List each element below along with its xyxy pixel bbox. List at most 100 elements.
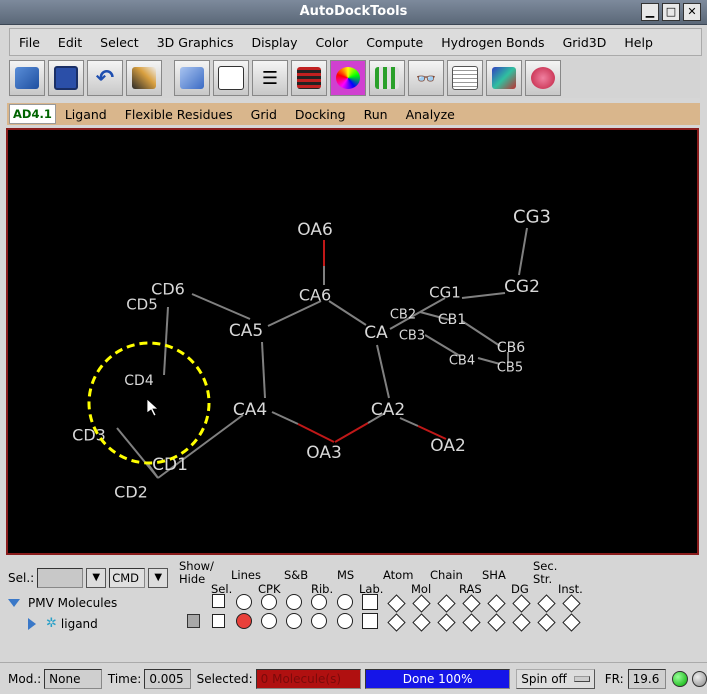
tree-child-ligand[interactable]: ligand: [61, 617, 98, 631]
maximize-button[interactable]: □: [662, 3, 680, 21]
stereo-button[interactable]: 👓: [408, 60, 444, 96]
sel-toggle-ligand[interactable]: [212, 614, 225, 628]
atom-label-cb5[interactable]: CB5: [497, 361, 523, 376]
sb-toggle-ligand[interactable]: [286, 613, 302, 629]
sel-dropdown-button[interactable]: ▼: [86, 568, 107, 588]
ad-menu-docking[interactable]: Docking: [286, 107, 355, 122]
menu-select[interactable]: Select: [91, 35, 148, 50]
spreadsheet-button[interactable]: [447, 60, 483, 96]
ad-menu-run[interactable]: Run: [355, 107, 397, 122]
menu-edit[interactable]: Edit: [49, 35, 91, 50]
show-hide-ligand[interactable]: [187, 614, 200, 628]
tree-root-label[interactable]: PMV Molecules: [28, 596, 117, 610]
menu-grid3d[interactable]: Grid3D: [554, 35, 616, 50]
ad-menu-ligand[interactable]: Ligand: [56, 107, 116, 122]
color-secstr-all[interactable]: [537, 594, 556, 613]
dashboard-button[interactable]: [291, 60, 327, 96]
color-atom-ligand[interactable]: [387, 613, 406, 632]
atom-label-cb3[interactable]: CB3: [399, 329, 425, 344]
surface-button[interactable]: [525, 60, 561, 96]
menu-help[interactable]: Help: [615, 35, 662, 50]
atom-label-cb1[interactable]: CB1: [438, 312, 466, 328]
ad-menu-analyze[interactable]: Analyze: [397, 107, 464, 122]
surface-blob-icon: [531, 67, 555, 89]
color-dg-ligand[interactable]: [512, 613, 531, 632]
color-atom-all[interactable]: [387, 594, 406, 613]
save-button[interactable]: [48, 60, 84, 96]
text-editor-button[interactable]: ☰: [252, 60, 288, 96]
color-inst-all[interactable]: [562, 594, 581, 613]
atom-label-cb6[interactable]: CB6: [497, 340, 525, 356]
atom-label-cg1[interactable]: CG1: [429, 283, 461, 301]
atom-label-ca[interactable]: CA: [364, 323, 388, 343]
menu-compute[interactable]: Compute: [357, 35, 432, 50]
ribbon-toggle-ligand[interactable]: [311, 613, 327, 629]
grid-button[interactable]: [369, 60, 405, 96]
atom-label-ca5[interactable]: CA5: [229, 321, 263, 341]
python-shell-button[interactable]: [213, 60, 249, 96]
label-toggle-all[interactable]: [362, 594, 378, 610]
ad-menu-flexible-residues[interactable]: Flexible Residues: [116, 107, 242, 122]
menu-file[interactable]: File: [10, 35, 49, 50]
atom-label-ca2[interactable]: CA2: [371, 400, 405, 420]
cpk-toggle-all[interactable]: [261, 594, 277, 610]
color-secstr-ligand[interactable]: [537, 613, 556, 632]
atom-label-cg3[interactable]: CG3: [513, 206, 551, 227]
atom-label-ca6[interactable]: CA6: [299, 286, 331, 305]
color-ras-all[interactable]: [462, 594, 481, 613]
ms-toggle-all[interactable]: [337, 594, 353, 610]
color-chain-all[interactable]: [437, 594, 456, 613]
header-lines: Lines: [231, 568, 261, 582]
atom-label-cb2[interactable]: CB2: [390, 308, 416, 323]
atom-label-cd4[interactable]: CD4: [124, 373, 154, 389]
pick-tool-button[interactable]: [126, 60, 162, 96]
measure-button[interactable]: [174, 60, 210, 96]
fr-field: 19.6: [627, 668, 667, 689]
lines-toggle-all[interactable]: [236, 594, 252, 610]
expand-triangle-icon[interactable]: [28, 617, 36, 630]
atom-label-ca4[interactable]: CA4: [233, 400, 267, 420]
color-inst-ligand[interactable]: [562, 613, 581, 632]
atom-label-cd2[interactable]: CD2: [114, 483, 148, 502]
minimize-button[interactable]: ▁: [641, 3, 659, 21]
cmd-field[interactable]: CMD: [109, 568, 146, 588]
color-dg-all[interactable]: [512, 594, 531, 613]
color-button[interactable]: [330, 60, 366, 96]
color-ras-ligand[interactable]: [462, 613, 481, 632]
sel-toggle-all[interactable]: [212, 594, 225, 608]
color-chain-ligand[interactable]: [437, 613, 456, 632]
atom-label-oa2[interactable]: OA2: [430, 436, 466, 456]
color-mol-ligand[interactable]: [412, 613, 431, 632]
menu-hydrogen-bonds[interactable]: Hydrogen Bonds: [432, 35, 553, 50]
menu-color[interactable]: Color: [307, 35, 358, 50]
color-sha-ligand[interactable]: [487, 613, 506, 632]
title-bar: AutoDockTools ▁ □ ✕: [0, 0, 707, 25]
atom-label-cb4[interactable]: CB4: [449, 354, 475, 369]
lines-toggle-ligand[interactable]: [236, 613, 252, 629]
ribbon-button[interactable]: [486, 60, 522, 96]
ms-toggle-ligand[interactable]: [337, 613, 353, 629]
sel-input[interactable]: [37, 568, 84, 588]
atom-label-oa3[interactable]: OA3: [306, 443, 342, 463]
color-mol-all[interactable]: [412, 594, 431, 613]
open-folder-button[interactable]: [9, 60, 45, 96]
atom-label-cd5[interactable]: CD5: [126, 295, 158, 313]
3d-viewer[interactable]: CG3 OA6 CG1 CG2 CD6 CA6 CD5 CB2 CB1 CA5 CA CB3 CB6 CB…: [6, 128, 699, 555]
cpk-toggle-ligand[interactable]: [261, 613, 277, 629]
menu-3d-graphics[interactable]: 3D Graphics: [148, 35, 243, 50]
collapse-triangle-icon[interactable]: [8, 599, 20, 607]
ad-menu-grid[interactable]: Grid: [242, 107, 286, 122]
atom-label-oa6[interactable]: OA6: [297, 220, 333, 240]
close-button[interactable]: ✕: [683, 3, 701, 21]
color-sha-all[interactable]: [487, 594, 506, 613]
atom-label-cg2[interactable]: CG2: [504, 277, 540, 297]
menu-display[interactable]: Display: [242, 35, 306, 50]
label-toggle-ligand[interactable]: [362, 613, 378, 629]
undo-button[interactable]: ↶: [87, 60, 123, 96]
atom-label-cd3[interactable]: CD3: [72, 426, 106, 445]
molecule-canvas[interactable]: CG3OA6CG1 CG2CD6 CA6CD5CB2 CB1CA5 CA CB3CB6CB…: [8, 130, 701, 557]
cmd-dropdown-button[interactable]: ▼: [148, 568, 169, 588]
sb-toggle-all[interactable]: [286, 594, 302, 610]
spin-menubutton[interactable]: Spin off: [516, 668, 595, 689]
ribbon-toggle-all[interactable]: [311, 594, 327, 610]
